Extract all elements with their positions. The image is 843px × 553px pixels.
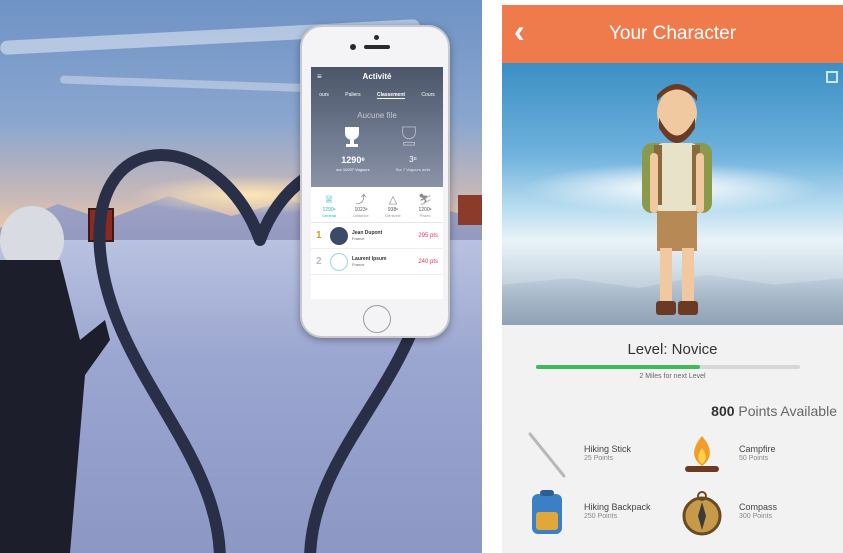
trophy-icon	[402, 126, 416, 146]
points-value: 800	[711, 403, 735, 419]
category-selector: ♕ 1290ᵉ Général ⤴ 1023ᵉ Distance △ 938ᵉ …	[311, 187, 443, 223]
avatar	[330, 252, 348, 271]
category-label: Général	[321, 213, 337, 218]
category-distance[interactable]: ⤴ 1023ᵉ Distance	[347, 193, 375, 218]
character-level: Level: Novice	[627, 341, 718, 358]
level-progress-fill	[536, 365, 700, 369]
store-item-campfire[interactable]: Campfire 50 Points	[677, 430, 837, 480]
hiking-stick-icon	[528, 432, 566, 478]
player-info: Jean Dupont France	[352, 230, 418, 241]
person-silhouette	[0, 206, 110, 553]
store-item-compass[interactable]: Compass 300 Points	[677, 488, 837, 538]
friends-rank: 3ᵉ	[409, 155, 417, 164]
player-country: France	[352, 236, 365, 241]
item-points: 50 Points	[739, 455, 769, 462]
points-label: Points Available	[738, 403, 837, 419]
phone-mockup: ≡ Activité ours Paliers Classement Cours…	[300, 25, 450, 338]
category-general[interactable]: ♕ 1290ᵉ Général	[315, 193, 343, 218]
leaderboard-row[interactable]: 2 Laurent Ipsum France 240 pts	[311, 249, 443, 275]
item-points: 300 Points	[739, 513, 773, 520]
player-country: France	[352, 262, 365, 267]
phone-camera	[350, 44, 356, 50]
ranking-header: ≡ Activité ours Paliers Classement Cours…	[311, 67, 443, 187]
tab-ours[interactable]: ours	[319, 92, 329, 99]
player-points: 240 pts	[418, 258, 438, 265]
leaderboard-row[interactable]: 1 Jean Dupont France 295 pts	[311, 223, 443, 249]
item-points: 25 Points	[584, 455, 614, 462]
leaderboard-position: 1	[316, 230, 322, 241]
app-header: ‹ Your Character	[502, 5, 843, 63]
category-label: Pistes	[419, 213, 431, 218]
tab-paliers[interactable]: Paliers	[345, 92, 360, 99]
campfire-icon	[685, 436, 719, 472]
character-scene	[502, 63, 843, 325]
tab-classement[interactable]: Classement	[376, 92, 406, 99]
home-button[interactable]	[363, 305, 391, 333]
category-label: Distance	[353, 213, 369, 218]
empty-state: Aucune file	[357, 111, 397, 120]
level-progress-bar	[536, 365, 800, 369]
overall-rank: 1290ᵉ	[341, 155, 365, 165]
distance-icon: ⤴	[355, 194, 367, 206]
category-pistes[interactable]: ⛷ 1200ᵉ Pistes	[411, 193, 439, 218]
skier-icon: ⛷	[418, 194, 432, 206]
backpack-icon	[532, 490, 562, 534]
ski-photo: ≡ Activité ours Paliers Classement Cours…	[0, 0, 482, 553]
avatar	[330, 226, 348, 245]
item-name: Hiking Stick	[584, 444, 632, 454]
trophy-icon: ♕	[324, 194, 334, 206]
store-item-hiking-stick[interactable]: Hiking Stick 25 Points	[522, 430, 682, 480]
leaderboard-position: 2	[316, 256, 322, 267]
phone-sensor	[374, 35, 379, 40]
item-name: Compass	[739, 502, 778, 512]
screen-tabs: ours Paliers Classement Cours	[311, 92, 443, 99]
overall-rank-caption: sur 10207 Vagours	[336, 167, 370, 172]
item-points: 250 Points	[584, 513, 618, 520]
level-progress-note: 2 Miles for next Level	[639, 373, 706, 380]
category-label: Dénivelé	[385, 213, 401, 218]
item-name: Campfire	[739, 444, 776, 454]
points-available: 800 Points Available	[711, 403, 837, 419]
hiker-character	[642, 84, 712, 315]
phone-speaker	[364, 45, 390, 49]
ski-lift-cabin	[458, 195, 482, 225]
tab-cours[interactable]: Cours	[421, 92, 434, 99]
screen-title: Activité	[362, 72, 392, 81]
character-app: ‹ Your Character Level: Novice 2 Miles f…	[502, 5, 843, 553]
friends-rank-caption: Sur 7 Vagours amis	[395, 167, 431, 172]
category-denivele[interactable]: △ 938ᵉ Dénivelé	[379, 193, 407, 218]
page-title: Your Character	[608, 23, 737, 44]
item-name: Hiking Backpack	[584, 502, 651, 512]
mountain-icon: △	[388, 194, 398, 206]
compass-icon	[682, 491, 722, 536]
player-info: Laurent Ipsum France	[352, 256, 418, 267]
trophy-icon	[345, 127, 359, 147]
phone-screen: ≡ Activité ours Paliers Classement Cours…	[311, 67, 443, 299]
player-points: 295 pts	[418, 232, 438, 239]
store-item-hiking-backpack[interactable]: Hiking Backpack 250 Points	[522, 488, 682, 538]
expand-icon[interactable]	[826, 71, 838, 83]
